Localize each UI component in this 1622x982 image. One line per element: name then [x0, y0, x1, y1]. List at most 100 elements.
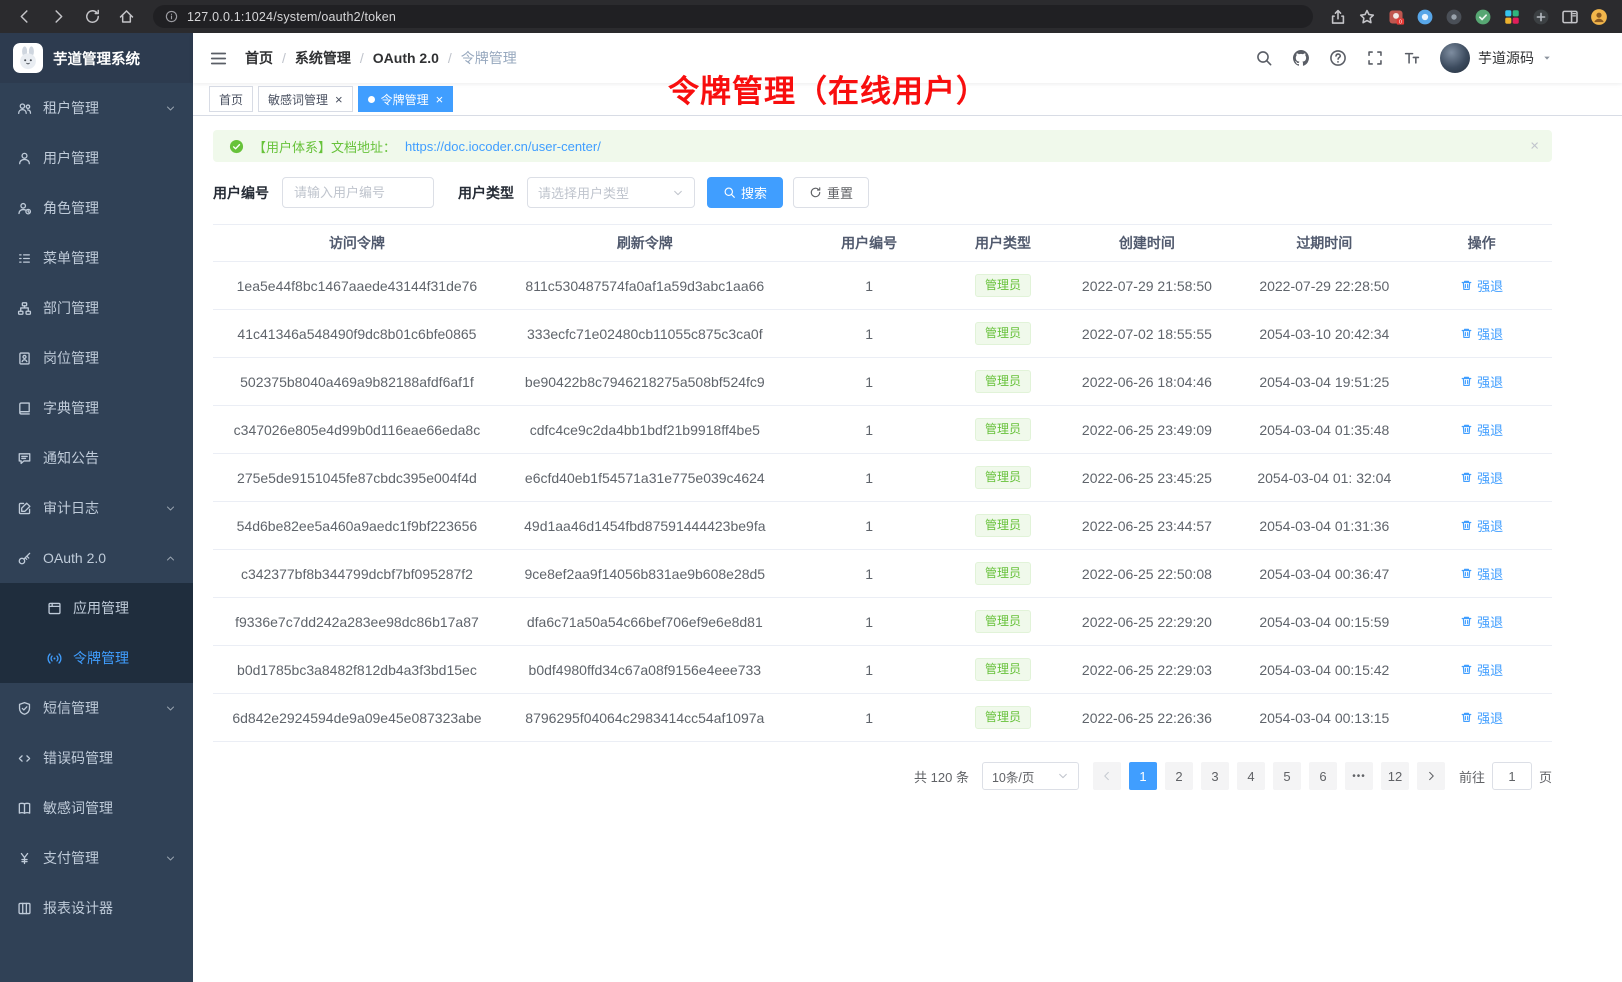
breadcrumb-item[interactable]: 首页: [245, 48, 273, 68]
user-type-select[interactable]: 请选择用户类型: [527, 177, 695, 208]
ext-blue-icon[interactable]: [1416, 8, 1434, 26]
share-icon[interactable]: [1329, 8, 1347, 26]
sidebar-item-sms[interactable]: 短信管理: [0, 683, 193, 733]
close-icon[interactable]: ×: [436, 93, 444, 106]
hamburger-icon[interactable]: [209, 49, 228, 68]
trash-icon: [1460, 567, 1473, 580]
table-row: b0d1785bc3a8482f812db4a3f3bd15ecb0df4980…: [213, 646, 1552, 694]
bookmark-star-icon[interactable]: [1358, 8, 1376, 26]
home-icon[interactable]: [118, 8, 135, 25]
expire-time-cell: 2054-03-04 01:35:48: [1237, 406, 1411, 454]
force-logout-button[interactable]: 强退: [1460, 372, 1503, 391]
breadcrumb-item[interactable]: OAuth 2.0: [373, 50, 439, 66]
prev-page-button[interactable]: [1093, 762, 1121, 790]
table-row: 502375b8040a469a9b82188afdf6af1fbe90422b…: [213, 358, 1552, 406]
url-bar[interactable]: 127.0.0.1:1024/system/oauth2/token: [153, 5, 1313, 28]
split-view-icon[interactable]: [1561, 8, 1579, 26]
force-logout-button[interactable]: 强退: [1460, 276, 1503, 295]
create-time-cell: 2022-06-25 22:50:08: [1057, 550, 1238, 598]
sidebar-item-notice[interactable]: 通知公告: [0, 433, 193, 483]
breadcrumb-item[interactable]: 系统管理: [295, 48, 351, 68]
ext-dark-icon[interactable]: [1445, 8, 1463, 26]
refresh-icon: [809, 186, 822, 199]
sidebar-item-errcode[interactable]: 错误码管理: [0, 733, 193, 783]
user-id-cell: 1: [789, 310, 950, 358]
ext-red-icon[interactable]: 0: [1387, 8, 1405, 26]
page-button-3[interactable]: 3: [1201, 762, 1229, 790]
force-logout-button[interactable]: 强退: [1460, 564, 1503, 583]
sidebar-item-sensitive[interactable]: 敏感词管理: [0, 783, 193, 833]
sidebar-item-oauth-app[interactable]: 应用管理: [0, 583, 193, 633]
page-button-2[interactable]: 2: [1165, 762, 1193, 790]
ext-color-icon[interactable]: [1503, 8, 1521, 26]
tab-1[interactable]: 敏感词管理×: [258, 86, 353, 112]
github-icon[interactable]: [1292, 49, 1310, 67]
fullscreen-icon[interactable]: [1366, 49, 1384, 67]
page-button-1[interactable]: 1: [1129, 762, 1157, 790]
goto-page-input[interactable]: [1492, 762, 1532, 790]
reload-icon[interactable]: [84, 8, 101, 25]
sidebar-item-oauth[interactable]: OAuth 2.0: [0, 533, 193, 583]
user-menu[interactable]: 芋道源码: [1440, 43, 1552, 73]
refresh-token-cell: 811c530487574fa0af1a59d3abc1aa66: [501, 262, 789, 310]
breadcrumb-item: 令牌管理: [461, 48, 517, 68]
success-check-icon: [229, 139, 244, 154]
force-logout-button[interactable]: 强退: [1460, 708, 1503, 727]
create-time-cell: 2022-06-25 23:45:25: [1057, 454, 1238, 502]
user-id-input[interactable]: [282, 177, 434, 208]
ext-green-icon[interactable]: [1474, 8, 1492, 26]
tab-0[interactable]: 首页: [209, 86, 253, 112]
sidebar-item-pay[interactable]: 支付管理: [0, 833, 193, 883]
close-icon[interactable]: ×: [335, 93, 343, 106]
font-size-icon[interactable]: [1403, 49, 1421, 67]
force-logout-button[interactable]: 强退: [1460, 324, 1503, 343]
page-button-4[interactable]: 4: [1237, 762, 1265, 790]
sidebar-item-menu[interactable]: 菜单管理: [0, 233, 193, 283]
sidebar-item-oauth-token[interactable]: 令牌管理: [0, 633, 193, 683]
expire-time-cell: 2054-03-04 19:51:25: [1237, 358, 1411, 406]
force-logout-button[interactable]: 强退: [1460, 516, 1503, 535]
sidebar-item-dept[interactable]: 部门管理: [0, 283, 193, 333]
next-page-button[interactable]: [1417, 762, 1445, 790]
sidebar-item-post[interactable]: 岗位管理: [0, 333, 193, 383]
more-pages-button[interactable]: •••: [1345, 762, 1373, 790]
page-size-select[interactable]: 10条/页: [982, 762, 1079, 790]
page-buttons: 123456•••12: [1125, 762, 1413, 790]
trash-icon: [1460, 423, 1473, 436]
force-logout-button[interactable]: 强退: [1460, 660, 1503, 679]
forward-icon[interactable]: [50, 8, 67, 25]
doc-link[interactable]: https://doc.iocoder.cn/user-center/: [405, 139, 601, 154]
force-logout-button[interactable]: 强退: [1460, 468, 1503, 487]
help-icon[interactable]: [1329, 49, 1347, 67]
reset-button[interactable]: 重置: [793, 177, 869, 208]
sidebar-item-audit[interactable]: 审计日志: [0, 483, 193, 533]
sidebar-item-report[interactable]: 报表设计器: [0, 883, 193, 933]
back-icon[interactable]: [16, 8, 33, 25]
refresh-token-cell: 8796295f04064c2983414cc54af1097a: [501, 694, 789, 742]
force-logout-button[interactable]: 强退: [1460, 420, 1503, 439]
search-icon[interactable]: [1255, 49, 1273, 67]
sidebar-item-user[interactable]: 用户管理: [0, 133, 193, 183]
force-logout-button[interactable]: 强退: [1460, 612, 1503, 631]
token-table: 访问令牌刷新令牌用户编号用户类型创建时间过期时间操作 1ea5e44f8bc14…: [213, 224, 1552, 742]
sidebar-item-label: 错误码管理: [43, 748, 113, 768]
tab-2[interactable]: 令牌管理×: [358, 86, 454, 112]
sidebar-item-tenant[interactable]: 租户管理: [0, 83, 193, 133]
profile-avatar-icon[interactable]: [1590, 8, 1608, 26]
svg-text:0: 0: [1399, 19, 1402, 25]
active-dot-icon: [368, 96, 375, 103]
app-logo[interactable]: 芋道管理系统: [0, 33, 193, 83]
page-button-5[interactable]: 5: [1273, 762, 1301, 790]
page-button-12[interactable]: 12: [1381, 762, 1409, 790]
role-icon: [17, 201, 32, 216]
search-button[interactable]: 搜索: [707, 177, 783, 208]
sidebar-item-label: 租户管理: [43, 98, 99, 118]
ext-gray-icon[interactable]: [1532, 8, 1550, 26]
site-info-icon[interactable]: [165, 10, 178, 23]
sidebar-item-role[interactable]: 角色管理: [0, 183, 193, 233]
close-icon[interactable]: ×: [1530, 139, 1539, 154]
sidebar-item-dict[interactable]: 字典管理: [0, 383, 193, 433]
user-id-cell: 1: [789, 262, 950, 310]
page-button-6[interactable]: 6: [1309, 762, 1337, 790]
sidebar-item-label: 敏感词管理: [43, 798, 113, 818]
